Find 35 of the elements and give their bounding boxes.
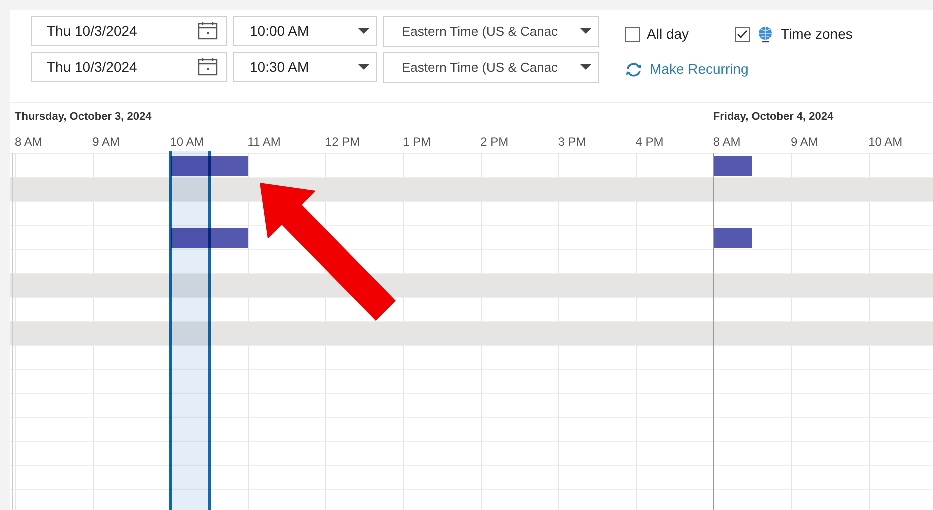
check-icon [737, 30, 748, 39]
time-dropdown[interactable]: 10:30 AM [233, 52, 377, 82]
hour-label: 2 PM [480, 134, 509, 151]
checkbox[interactable] [735, 27, 750, 42]
hour-label: 8 AM [15, 134, 42, 151]
hour-label: 11 AM [248, 134, 281, 151]
time-zone-dropdown[interactable]: Eastern Time (US & Canac [383, 16, 599, 47]
hour-label: 4 PM [636, 134, 664, 151]
hour-label: 9 AM [791, 134, 818, 151]
caret-icon [580, 64, 592, 71]
day-heading: Friday, October 4, 2024 [713, 110, 834, 125]
date-field[interactable]: Thu 10/3/2024 [31, 16, 227, 46]
hour-label: 12 PM [325, 134, 360, 151]
option-label: All day [647, 25, 690, 44]
make-recurring-link[interactable]: Make Recurring [625, 59, 853, 80]
hour-label: 3 PM [558, 134, 586, 151]
option-label: Time zones [781, 25, 853, 44]
caret-icon [580, 28, 592, 35]
hour-label: 10 AM [170, 134, 204, 151]
hour-label: 1 PM [403, 134, 432, 151]
time-dropdown[interactable]: 10:00 AM [233, 16, 377, 46]
calendar-icon [198, 22, 218, 40]
hour-label: 9 AM [92, 134, 120, 151]
hour-label: 10 AM [868, 134, 903, 151]
checkbox[interactable] [625, 27, 640, 42]
time-zone-dropdown[interactable]: Eastern Time (US & Canac [383, 52, 599, 83]
recurring-icon [625, 62, 643, 76]
caret-icon [358, 28, 370, 34]
day-heading: Thursday, October 3, 2024 [15, 110, 152, 125]
caret-icon [358, 64, 370, 70]
globe-icon [757, 26, 774, 43]
date-field[interactable]: Thu 10/3/2024 [31, 52, 227, 82]
hour-label: 8 AM [713, 134, 741, 151]
selected-time-range[interactable] [169, 151, 211, 510]
calendar-icon [198, 58, 218, 76]
